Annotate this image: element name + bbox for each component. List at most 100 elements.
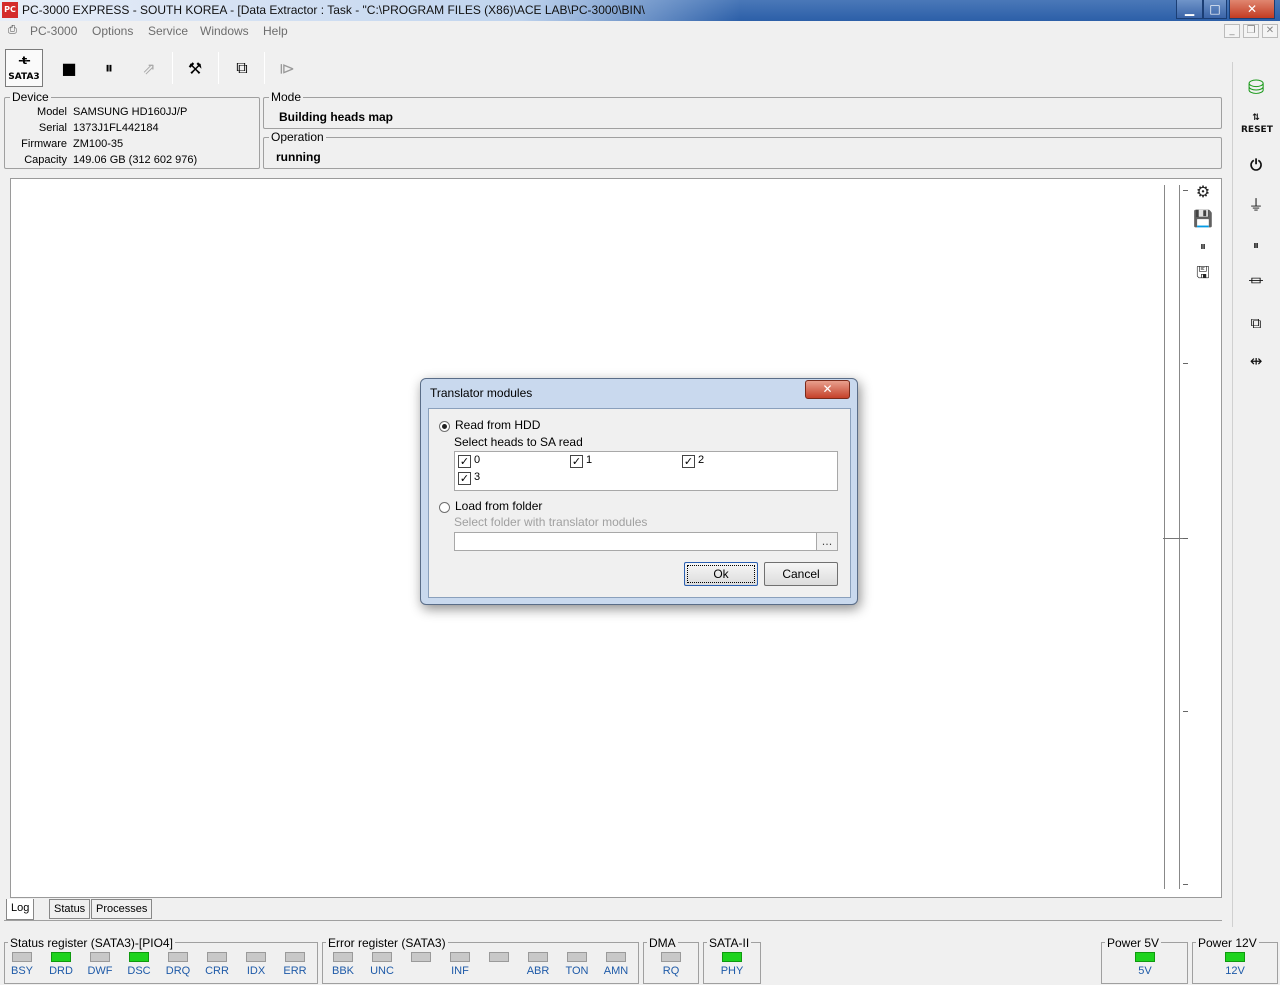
device-capacity-row: Capacity 149.06 GB (312 602 976) <box>24 154 198 166</box>
tab-status[interactable]: Status <box>49 899 91 919</box>
menu-bar: ⎙ PC-3000 Options Service Windows Help _… <box>0 21 1280 42</box>
dma-legend: DMA <box>647 936 678 950</box>
phy-label: PHY <box>720 965 744 977</box>
status-led-idx <box>246 952 266 962</box>
ok-button[interactable]: Ok <box>684 562 758 586</box>
toolbar-separator <box>218 52 219 84</box>
error-led-inf <box>450 952 470 962</box>
head-0-checkbox[interactable]: ✓ <box>458 455 471 468</box>
status-register-group: Status register (SATA3)-[PIO4] BSY DRD DWF… <box>4 936 318 984</box>
error-led-amn <box>606 952 626 962</box>
head-3-checkbox[interactable]: ✓ <box>458 472 471 485</box>
pc3000-menu-icon[interactable]: ⎙ <box>8 24 17 37</box>
menu-help[interactable]: Help <box>263 24 288 38</box>
error-led-reserved-4 <box>489 952 509 962</box>
mdi-minimize-button[interactable]: _ <box>1224 24 1240 38</box>
copy-windows-icon[interactable]: ⧉ <box>223 50 261 86</box>
power-12v-group: Power 12V 12V <box>1192 936 1278 984</box>
pause-icon[interactable]: ⏸ <box>1241 230 1271 260</box>
mode-panel: Mode Building heads map <box>263 90 1222 129</box>
tab-processes[interactable]: Processes <box>91 899 153 919</box>
operation-value: running <box>276 150 321 164</box>
close-button[interactable]: ✕ <box>1229 0 1275 19</box>
load-from-folder-label[interactable]: Load from folder <box>455 499 542 513</box>
cancel-button[interactable]: Cancel <box>764 562 838 586</box>
toolbar-separator <box>172 52 173 84</box>
tab-log[interactable]: Log <box>6 899 35 920</box>
translator-modules-dialog: Translator modules ✕ Read from HDD Selec… <box>420 378 858 605</box>
mdi-restore-button[interactable]: ❐ <box>1243 24 1259 38</box>
close-windows-icon[interactable]: ⧉ <box>1241 308 1271 338</box>
mdi-close-button[interactable]: ✕ <box>1262 24 1278 38</box>
device-model-row: Model SAMSUNG HD160JJ/P <box>37 106 188 118</box>
dma-led <box>661 952 681 962</box>
tools-icon[interactable]: ⚒ <box>176 50 214 86</box>
toolbar: -ŧ- SATA3 ■ ⏸ ⇗ ⚒ ⧉ ⧐ <box>0 44 1228 92</box>
scale-marker <box>1163 538 1183 539</box>
load-from-folder-radio[interactable] <box>439 502 450 513</box>
power-off-icon[interactable]: ⏻ <box>1241 150 1271 180</box>
operation-panel: Operation running <box>263 130 1222 169</box>
power-12v-label: 12V <box>1225 965 1245 977</box>
export-icon[interactable]: ⇗ <box>130 50 168 86</box>
menu-windows[interactable]: Windows <box>200 24 249 38</box>
error-led-bbk <box>333 952 353 962</box>
power-5v-group: Power 5V 5V <box>1101 936 1188 984</box>
menu-options[interactable]: Options <box>92 24 133 38</box>
save-log-icon[interactable]: 💾 <box>1190 207 1216 231</box>
menu-pc3000[interactable]: PC-3000 <box>30 24 77 38</box>
reset-icon[interactable]: ⇅ RESET <box>1241 112 1273 142</box>
progress-scale <box>1164 185 1180 889</box>
status-led-label: DRQ <box>165 965 191 977</box>
stop-icon[interactable]: ■ <box>50 50 88 86</box>
title-bar: PC PC-3000 EXPRESS - SOUTH KOREA - [Data… <box>0 0 1280 21</box>
error-led-label: INF <box>451 965 469 977</box>
power-5v-led <box>1135 952 1155 962</box>
dialog-body: Read from HDD Select heads to SA read ✓ … <box>428 408 851 598</box>
error-led-ton <box>567 952 587 962</box>
status-led-label: BSY <box>10 965 33 977</box>
log-settings-icon[interactable]: ⚙ <box>1190 180 1216 204</box>
folder-path-input[interactable] <box>454 532 818 551</box>
select-folder-label: Select folder with translator modules <box>454 515 648 529</box>
status-led-drd <box>51 952 71 962</box>
signal-icon[interactable]: ⏛ <box>1241 266 1271 296</box>
power-12v-led <box>1225 952 1245 962</box>
read-from-hdd-label[interactable]: Read from HDD <box>455 418 540 432</box>
device-serial-row: Serial 1373J1FL442184 <box>38 122 159 134</box>
operation-legend: Operation <box>269 130 326 144</box>
status-led-label: IDX <box>246 965 266 977</box>
menu-service[interactable]: Service <box>148 24 188 38</box>
select-heads-label: Select heads to SA read <box>454 435 583 449</box>
power-5v-label: 5V <box>1138 965 1152 977</box>
error-led-label: UNC <box>370 965 394 977</box>
status-led-crr <box>207 952 227 962</box>
scale-tick <box>1183 538 1188 539</box>
head-1-checkbox[interactable]: ✓ <box>570 455 583 468</box>
save-as-log-icon[interactable]: 🖫 <box>1190 261 1216 285</box>
scale-tick <box>1183 363 1188 364</box>
minimize-button[interactable]: ▁ <box>1176 0 1203 19</box>
run-icon[interactable]: ⧐ <box>268 50 306 86</box>
sata3-port-button[interactable]: -ŧ- SATA3 <box>5 49 43 87</box>
error-led-label: TON <box>565 965 589 977</box>
drive-database-icon[interactable]: ⛁ <box>1241 72 1271 102</box>
dialog-close-button[interactable]: ✕ <box>805 380 850 399</box>
power-12v-legend: Power 12V <box>1196 936 1259 950</box>
head-2-checkbox[interactable]: ✓ <box>682 455 695 468</box>
maximize-button[interactable]: □ <box>1203 0 1227 19</box>
pause-icon[interactable]: ⏸ <box>90 50 128 86</box>
dma-group: DMA RQ <box>643 936 699 984</box>
app-icon[interactable]: PC <box>2 2 18 18</box>
log-pause-icon[interactable]: ⏸ <box>1190 234 1216 258</box>
error-register-legend: Error register (SATA3) <box>326 936 448 950</box>
browse-folder-button[interactable]: ... <box>816 532 838 551</box>
power-switch-icon[interactable]: ⏚ <box>1241 190 1271 220</box>
read-from-hdd-radio[interactable] <box>439 421 450 432</box>
power-5v-legend: Power 5V <box>1105 936 1162 950</box>
sata-connector-icon[interactable]: ⇹ <box>1241 346 1271 376</box>
device-legend: Device <box>10 90 51 104</box>
status-led-label: ERR <box>283 965 307 977</box>
sata-connector-icon: -ŧ- <box>18 54 30 67</box>
status-led-err <box>285 952 305 962</box>
